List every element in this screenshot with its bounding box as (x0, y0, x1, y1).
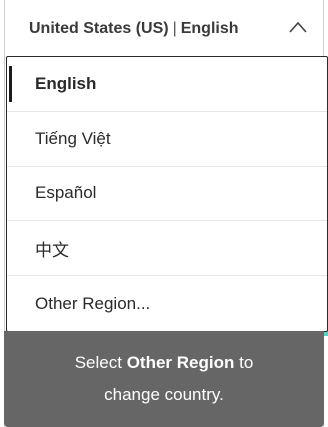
tooltip-line-2: change country. (104, 385, 224, 404)
menu-item-english[interactable]: English (7, 57, 327, 112)
menu-item-label: English (35, 73, 97, 93)
menu-item-other-region[interactable]: Other Region... (7, 276, 327, 331)
language-dropdown-menu: English Tiếng Việt Español 中文 Other Regi… (6, 56, 328, 332)
tooltip-prefix: Select (74, 353, 127, 372)
tooltip-line-1: Select Other Region to (75, 347, 254, 379)
menu-item-label: Other Region... (35, 293, 151, 313)
region-label: United States (US) (29, 19, 169, 37)
menu-item-vietnamese[interactable]: Tiếng Việt (7, 112, 327, 167)
region-language-toggle[interactable]: United States (US) | English (5, 0, 323, 58)
menu-item-label: Español (35, 183, 97, 203)
chevron-up-icon[interactable] (289, 21, 307, 33)
separator: | (172, 19, 177, 37)
tooltip-suffix: to (234, 353, 254, 372)
hint-tooltip: Select Other Region to change country. (4, 331, 324, 427)
language-label: English (180, 19, 239, 37)
menu-item-spanish[interactable]: Español (7, 167, 327, 222)
menu-item-chinese[interactable]: 中文 (7, 221, 327, 277)
tooltip-highlight: Other Region (126, 353, 235, 372)
menu-item-label: Tiếng Việt (35, 128, 111, 148)
menu-item-label: 中文 (35, 240, 69, 260)
